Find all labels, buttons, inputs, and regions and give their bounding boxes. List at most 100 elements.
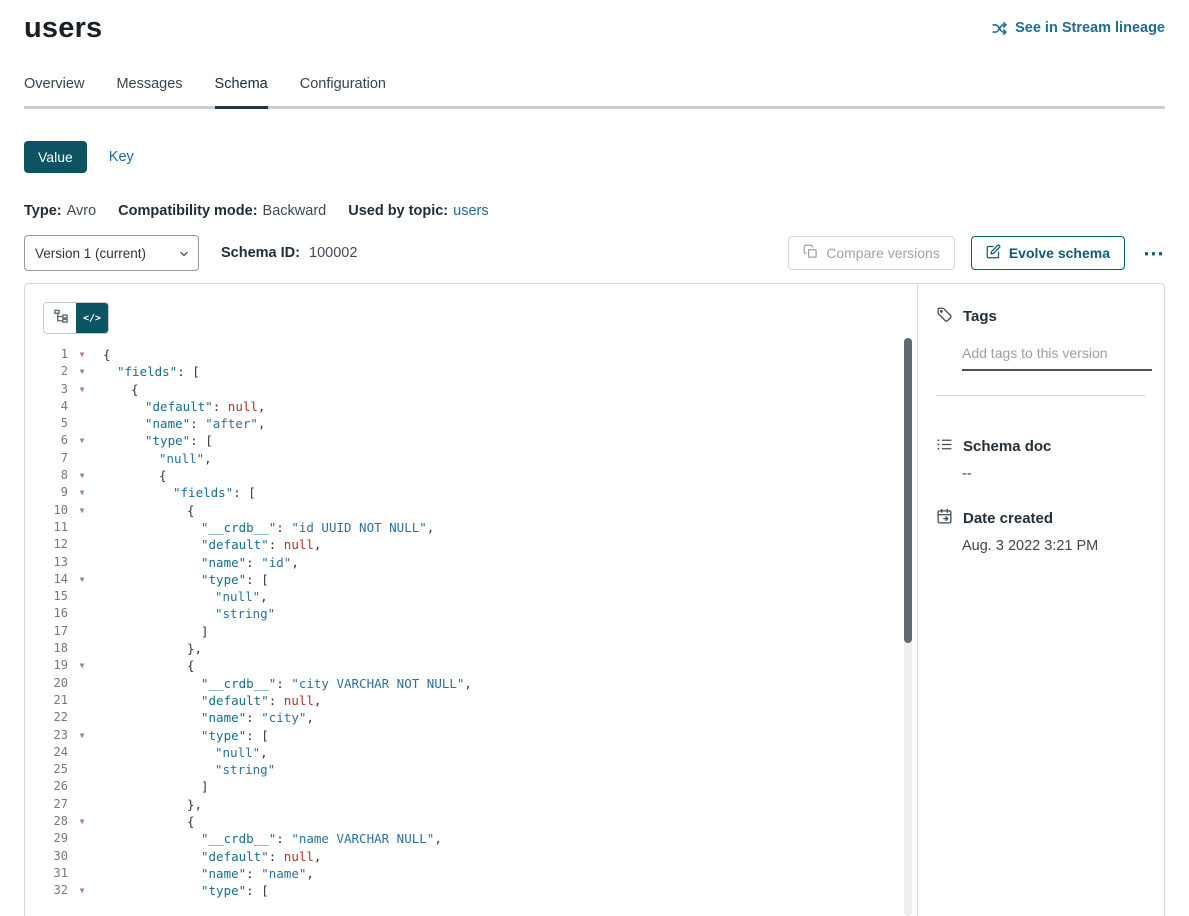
line-number: 21 [25, 692, 73, 709]
more-actions-button[interactable]: ⋯ [1143, 243, 1165, 264]
line-number: 24 [25, 744, 73, 761]
code-text: { [91, 381, 139, 398]
code-line: 5"name": "after", [25, 415, 917, 432]
fold-caret-icon[interactable]: ▼ [73, 432, 91, 449]
stream-lineage-link[interactable]: See in Stream lineage [991, 20, 1165, 37]
tree-view-button[interactable] [44, 303, 76, 333]
fold-caret-icon[interactable]: ▼ [73, 727, 91, 744]
line-number: 6 [25, 432, 73, 449]
schema-meta-row: Type: Avro Compatibility mode: Backward … [24, 203, 1165, 219]
schema-id-value: 100002 [309, 245, 357, 261]
code-text: }, [91, 796, 202, 813]
date-created-value: Aug. 3 2022 3:21 PM [962, 538, 1146, 554]
code-text: { [91, 813, 195, 830]
line-number: 11 [25, 519, 73, 536]
code-line: 31"name": "name", [25, 865, 917, 882]
fold-caret-icon[interactable]: ▼ [73, 346, 91, 363]
stream-lineage-label: See in Stream lineage [1015, 20, 1165, 36]
fold-spacer [73, 605, 91, 622]
code-line: 18}, [25, 640, 917, 657]
code-line: 25"string" [25, 761, 917, 778]
fold-caret-icon[interactable]: ▼ [73, 467, 91, 484]
fold-caret-icon[interactable]: ▼ [73, 882, 91, 899]
fold-caret-icon[interactable]: ▼ [73, 502, 91, 519]
fold-caret-icon[interactable]: ▼ [73, 571, 91, 588]
editor-scrollbar[interactable] [904, 338, 912, 916]
fold-spacer [73, 519, 91, 536]
code-text: "name": "city", [91, 709, 314, 726]
fold-caret-icon[interactable]: ▼ [73, 657, 91, 674]
key-toggle-link[interactable]: Key [109, 149, 134, 165]
compare-versions-button[interactable]: Compare versions [788, 236, 955, 270]
code-line: 24"null", [25, 744, 917, 761]
fold-spacer [73, 450, 91, 467]
code-text: "string" [91, 761, 275, 778]
schema-doc-value: -- [962, 466, 1146, 482]
scrollbar-thumb[interactable] [904, 338, 912, 643]
calendar-icon [936, 508, 953, 529]
value-key-toggle: Value Key [24, 141, 1165, 173]
fold-caret-icon[interactable]: ▼ [73, 381, 91, 398]
line-number: 10 [25, 502, 73, 519]
line-number: 22 [25, 709, 73, 726]
fold-caret-icon[interactable]: ▼ [73, 484, 91, 501]
code-text: "type": [ [91, 727, 269, 744]
line-number: 23 [25, 727, 73, 744]
code-line: 32▼"type": [ [25, 882, 917, 899]
tab-overview[interactable]: Overview [24, 76, 84, 106]
schema-doc-header: Schema doc [936, 436, 1146, 457]
date-created-title: Date created [963, 510, 1053, 527]
add-tags-input[interactable] [962, 343, 1152, 371]
code-text: { [91, 657, 195, 674]
line-number: 1 [25, 346, 73, 363]
fold-caret-icon[interactable]: ▼ [73, 363, 91, 380]
line-number: 2 [25, 363, 73, 380]
evolve-schema-button[interactable]: Evolve schema [971, 236, 1125, 270]
line-number: 12 [25, 536, 73, 553]
code-text: }, [91, 640, 202, 657]
tab-messages[interactable]: Messages [116, 76, 182, 106]
version-select[interactable]: Version 1 (current) [24, 235, 199, 271]
schema-id-label: Schema ID: [221, 245, 300, 261]
topic-link[interactable]: users [453, 203, 488, 219]
code-text: "type": [ [91, 432, 213, 449]
editor-view-toggle: </> [43, 302, 109, 334]
code-line: 2▼"fields": [ [25, 363, 917, 380]
date-created-section: Date created Aug. 3 2022 3:21 PM [936, 508, 1146, 554]
fold-spacer [73, 640, 91, 657]
code-text: "name": "id", [91, 554, 299, 571]
code-text: ] [91, 778, 209, 795]
line-number: 30 [25, 848, 73, 865]
tab-configuration[interactable]: Configuration [300, 76, 386, 106]
code-line: 11"__crdb__": "id UUID NOT NULL", [25, 519, 917, 536]
code-text: "null", [91, 588, 268, 605]
code-line: 29"__crdb__": "name VARCHAR NULL", [25, 830, 917, 847]
page-title: users [24, 12, 102, 45]
code-view-button[interactable]: </> [76, 303, 108, 333]
fold-caret-icon[interactable]: ▼ [73, 813, 91, 830]
fold-spacer [73, 848, 91, 865]
line-number: 18 [25, 640, 73, 657]
code-line: 14▼"type": [ [25, 571, 917, 588]
line-number: 13 [25, 554, 73, 571]
fold-spacer [73, 692, 91, 709]
code-line: 15"null", [25, 588, 917, 605]
code-text: "default": null, [91, 398, 265, 415]
version-select-wrap: Version 1 (current) [24, 235, 199, 271]
code-text: "__crdb__": "name VARCHAR NULL", [91, 830, 442, 847]
code-text: { [91, 346, 111, 363]
code-line: 3▼{ [25, 381, 917, 398]
value-toggle-button[interactable]: Value [24, 141, 87, 173]
evolve-icon [986, 244, 1001, 262]
tab-schema[interactable]: Schema [215, 76, 268, 106]
code-line: 19▼{ [25, 657, 917, 674]
code-line: 28▼{ [25, 813, 917, 830]
code-line: 30"default": null, [25, 848, 917, 865]
code-line: 20"__crdb__": "city VARCHAR NOT NULL", [25, 675, 917, 692]
tree-view-icon [53, 309, 68, 327]
tags-section-header: Tags [936, 306, 1146, 327]
line-number: 5 [25, 415, 73, 432]
tag-icon [936, 306, 953, 327]
sidebar-divider [936, 395, 1146, 396]
schema-id: Schema ID: 100002 [221, 245, 357, 261]
